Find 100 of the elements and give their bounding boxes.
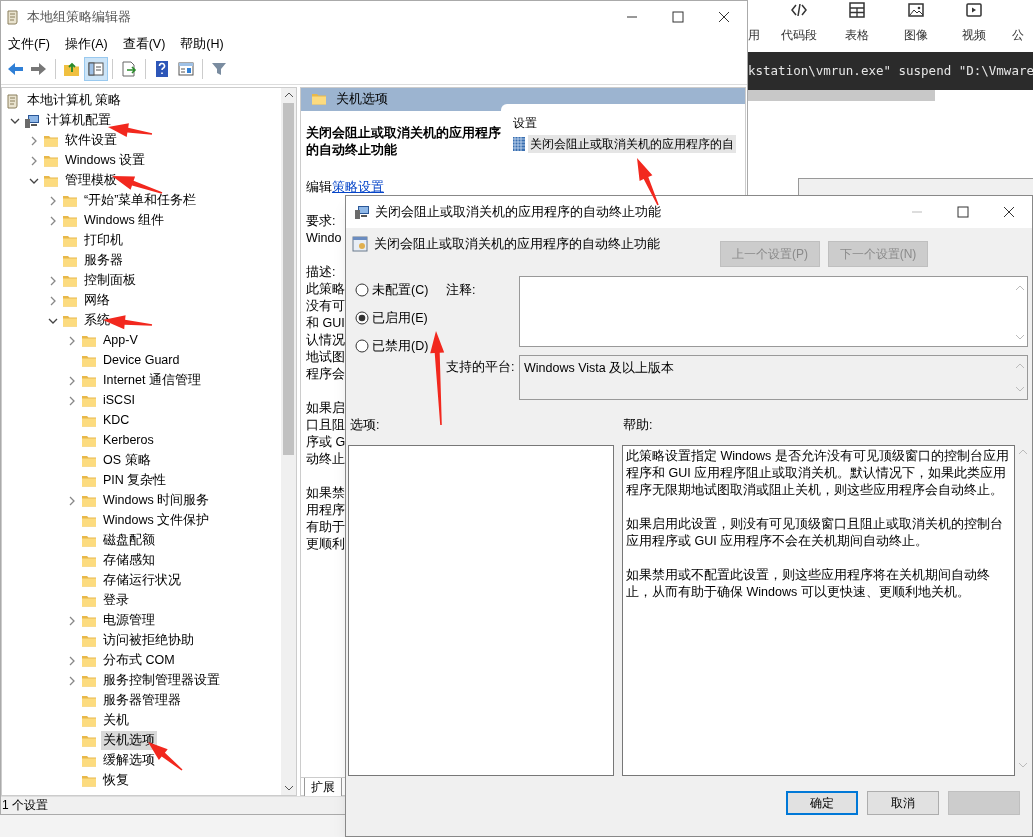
tree-item[interactable]: 服务控制管理器设置	[101, 671, 222, 691]
scroll-thumb[interactable]	[283, 102, 294, 455]
tree-item[interactable]: 关机	[101, 711, 131, 731]
tree-item[interactable]: 计算机配置	[44, 111, 113, 131]
toolbar-label[interactable]: 视频	[962, 26, 987, 44]
menu-item[interactable]: 查看(V)	[122, 34, 166, 54]
export-icon	[120, 60, 138, 79]
dialog-button[interactable]: 确定	[786, 791, 858, 815]
table-icon[interactable]	[847, 0, 868, 20]
description-text: 用程序	[306, 501, 345, 519]
pane-title: 关机选项	[336, 90, 388, 108]
description-text: 有助于	[306, 518, 345, 536]
description-text: 地试图	[306, 348, 345, 366]
window-title: 本地组策略编辑器	[27, 8, 131, 26]
tree-item[interactable]: “开始”菜单和任务栏	[82, 191, 199, 211]
toolbar-label[interactable]: 图像	[903, 26, 928, 44]
toolbar-label[interactable]: 公	[1012, 26, 1025, 44]
comment-label: 注释:	[446, 282, 477, 299]
tree-item[interactable]: Kerberos	[101, 431, 156, 451]
tree-item[interactable]: 磁盘配额	[101, 531, 157, 551]
tree-item[interactable]: 网络	[82, 291, 112, 311]
tree-item[interactable]: Windows 组件	[82, 211, 167, 231]
radio-button[interactable]	[355, 339, 369, 353]
radio-label[interactable]: 已启用(E)	[372, 308, 428, 328]
tree-item[interactable]: 存储感知	[101, 551, 157, 571]
help-text: 如果启用此设置，则没有可见顶级窗口且阻止或取消关机的控制台应用程序或 GUI 应用程序不会在关机期间自动终止。	[626, 516, 1004, 550]
description-text: 此策略	[306, 280, 345, 298]
menu-item[interactable]: 帮助(H)	[180, 34, 224, 54]
tree-item[interactable]: 电源管理	[101, 611, 157, 631]
toolbar-label[interactable]: 用	[748, 26, 760, 44]
policy-settings-link[interactable]: 策略设置	[332, 179, 384, 194]
tree-item[interactable]: PIN 复杂性	[101, 471, 169, 491]
dialog-heading: 关闭会阻止或取消关机的应用程序的自动终止功能	[374, 236, 660, 253]
description-text: 和 GUI	[306, 314, 345, 332]
description-text: 口且阻	[306, 416, 345, 434]
tree-item[interactable]: 本地计算机 策略	[25, 91, 124, 111]
tree-item[interactable]: 恢复	[101, 771, 131, 791]
radio-label[interactable]: 未配置(C)	[372, 280, 429, 300]
setting-item[interactable]: 关闭会阻止或取消关机的应用程序的自	[528, 134, 736, 153]
tree-item[interactable]: 管理模板	[63, 171, 119, 191]
edit-text: 编辑策略设置	[306, 178, 385, 196]
help-text: 此策略设置指定 Windows 是否允许没有可见顶级窗口的控制台应用程序和 GUI 应用程序阻止或取消关机。默认情况下，如果此类应用程序无限期地试图取消或阻止关机，则这些应用程序会自动终止。	[626, 448, 1010, 499]
toolbar-button[interactable]	[84, 57, 108, 82]
description-text: 如果启	[306, 399, 345, 417]
tree-item[interactable]: 系统	[82, 311, 112, 331]
computer-icon	[24, 112, 40, 129]
radio-label[interactable]: 已禁用(D)	[372, 336, 429, 356]
tree-item[interactable]: KDC	[101, 411, 132, 431]
tree-item[interactable]: Device Guard	[101, 351, 182, 371]
tab[interactable]: 扩展	[304, 778, 342, 797]
folder-icon	[311, 91, 327, 108]
platform-label: 支持的平台:	[446, 359, 516, 376]
tree-item[interactable]: Internet 通信管理	[101, 371, 203, 391]
scroll-icon	[5, 92, 21, 109]
scrollbar[interactable]	[748, 90, 935, 101]
description-text: 认情况	[306, 331, 345, 349]
scrollbar[interactable]	[281, 87, 296, 795]
description-text: 序或 G	[306, 433, 346, 451]
settings-window-icon	[352, 235, 368, 254]
comment-field[interactable]	[519, 276, 1028, 347]
menu-item[interactable]: 操作(A)	[64, 34, 108, 54]
radio-button[interactable]	[355, 311, 369, 325]
view-icon	[177, 60, 195, 79]
tree-item[interactable]: OS 策略	[101, 451, 153, 471]
menu-item[interactable]: 文件(F)	[8, 34, 50, 54]
video-icon[interactable]	[964, 0, 985, 20]
help-icon	[153, 60, 171, 79]
scroll-icon	[5, 8, 21, 25]
tree-item[interactable]: App-V	[101, 331, 140, 351]
help-label: 帮助:	[623, 417, 653, 434]
toolbar-label[interactable]: 表格	[845, 26, 870, 44]
tree-item[interactable]: Windows 设置	[63, 151, 148, 171]
tree-item[interactable]: 软件设置	[63, 131, 119, 151]
setting-icon	[513, 136, 525, 151]
tree-item[interactable]: 存储运行状况	[101, 571, 183, 591]
description-text: 更顺利	[306, 535, 345, 553]
tree-item[interactable]: iSCSI	[101, 391, 137, 411]
dialog-title: 关闭会阻止或取消关机的应用程序的自动终止功能	[375, 203, 661, 221]
tree-item[interactable]: 分布式 COM	[101, 651, 177, 671]
description-label: 描述:	[306, 263, 337, 281]
help-text: 如果禁用或不配置此设置，则这些应用程序将在关机期间自动终止，从而有助于确保 Windows 可以更快速、更顺利地关机。	[626, 567, 991, 601]
tree-item[interactable]: 缓解选项	[101, 751, 157, 771]
tree-item[interactable]: 服务器管理器	[101, 691, 183, 711]
radio-button[interactable]	[355, 283, 369, 297]
tree-item[interactable]: Windows 文件保护	[101, 511, 212, 531]
tree-item[interactable]: Windows 时间服务	[101, 491, 212, 511]
toolbar-label[interactable]: 代码段	[780, 26, 817, 44]
description-text: 没有可	[306, 297, 345, 315]
tree-item[interactable]: 关机选项	[101, 731, 157, 751]
tree-item[interactable]: 打印机	[82, 231, 125, 251]
tree-item[interactable]: 控制面板	[82, 271, 138, 291]
dialog-button[interactable]: 取消	[867, 791, 939, 815]
tree-item[interactable]: 登录	[101, 591, 131, 611]
tree-item[interactable]: 服务器	[82, 251, 125, 271]
image-icon[interactable]	[905, 0, 926, 20]
options-label: 选项:	[350, 417, 381, 434]
column-header[interactable]: 设置	[513, 111, 745, 134]
description-text: 程序会	[306, 365, 345, 383]
tree-item[interactable]: 访问被拒绝协助	[101, 631, 196, 651]
policy-title: 关闭会阻止或取消关机的应用程序的自动终止功能	[306, 124, 501, 159]
